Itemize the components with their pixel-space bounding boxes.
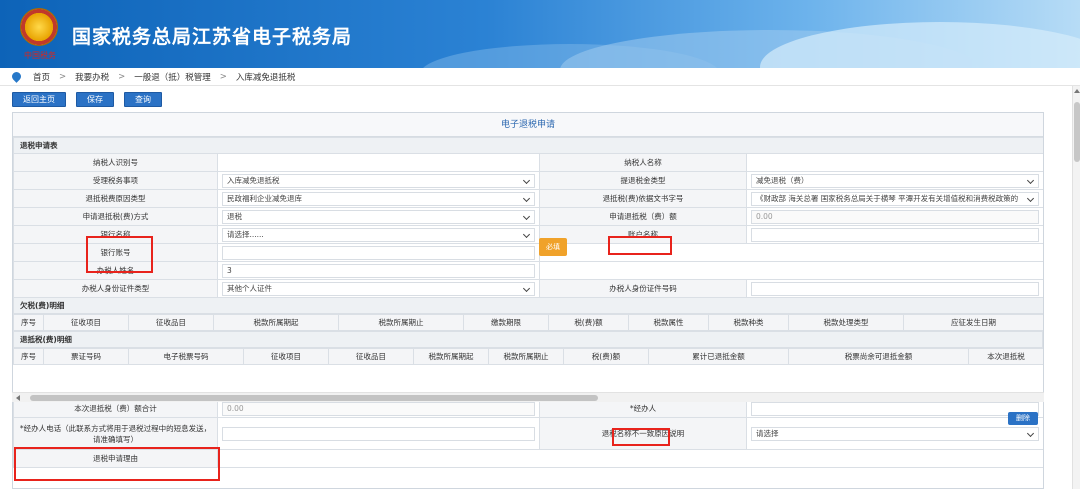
horizontal-scrollbar[interactable]	[12, 392, 1044, 402]
vertical-scrollbar[interactable]	[1072, 86, 1080, 489]
arrears-col-header: 税款所属期起	[213, 314, 339, 331]
id-type-select[interactable]: 其他个人证件	[222, 281, 535, 296]
refund-col-header: 累计已退抵金额	[648, 348, 789, 365]
delete-button[interactable]: 删除	[1008, 412, 1038, 425]
id-no-label: 办税人身份证件号码	[539, 279, 747, 298]
mismatch-label: 退税名称不一致原因说明	[539, 417, 747, 450]
handler-name-field[interactable]: 3	[222, 263, 535, 278]
toolbar: 返回主页 保存 查询	[12, 92, 162, 108]
taxpayer-name-label: 纳税人名称	[539, 153, 747, 172]
bank-name-label: 银行名称	[13, 225, 218, 244]
refund-col-header: 票证号码	[43, 348, 129, 365]
method-select[interactable]: 退税	[222, 209, 535, 224]
refund-col-header: 序号	[13, 348, 44, 365]
emblem-caption: 中国税务	[24, 51, 56, 60]
refund-type-label: 提退税金类型	[539, 171, 747, 190]
query-button[interactable]: 查询	[124, 92, 162, 107]
total-field[interactable]: 0.00	[222, 401, 535, 416]
id-type-label: 办税人身份证件类型	[13, 279, 218, 298]
tax-emblem-icon	[20, 8, 58, 46]
refund-detail-table: 序号 票证号码 电子税票号码 征收项目 征收品目 税款所属期起 税款所属期止 税…	[13, 348, 1043, 365]
reason-type-select[interactable]: 民政福利企业减免退库	[222, 191, 535, 206]
breadcrumb-separator: >	[59, 71, 67, 82]
breadcrumb-home[interactable]: 首页	[33, 71, 50, 83]
arrears-table: 序号 征收项目 征收品目 税款所属期起 税款所属期止 缴款期限 税(费)额 税款…	[13, 314, 1043, 331]
vertical-scrollbar-thumb[interactable]	[1074, 102, 1080, 162]
arrears-col-header: 税款种类	[708, 314, 789, 331]
section-title: 退税申请表	[13, 137, 1043, 154]
reason-type-label: 退抵税费原因类型	[13, 189, 218, 208]
bottom-form: 本次退抵税（费）额合计 0.00 *经办人 *经办人电话（此联系方式将用于退税过…	[13, 399, 1043, 468]
account-name-field[interactable]	[751, 227, 1039, 242]
breadcrumb-item[interactable]: 一般退（抵）税管理	[134, 71, 211, 83]
arrears-section-title: 欠税(费)明细	[13, 297, 1043, 314]
arrears-col-header: 缴款期限	[463, 314, 549, 331]
breadcrumb-current[interactable]: 入库减免退抵税	[236, 71, 296, 83]
refund-form: 退税申请表 纳税人识别号 纳税人名称 受理税务事项 入库减免退抵税 提退税金类型…	[13, 137, 1043, 314]
matter-select[interactable]: 入库减免退抵税	[222, 173, 535, 188]
arrears-col-header: 税款属性	[628, 314, 709, 331]
amount-label: 申请退抵税（费）额	[539, 207, 747, 226]
method-label: 申请退抵税(费)方式	[13, 207, 218, 226]
account-name-label: 账户名称	[539, 225, 747, 244]
refund-detail-section-title: 退抵税(费)明细	[13, 331, 1043, 348]
breadcrumb-item[interactable]: 我要办税	[75, 71, 109, 83]
arrears-col-header: 税款所属期止	[338, 314, 464, 331]
refund-col-header: 税款所属期起	[413, 348, 489, 365]
header-banner: 中国税务 国家税务总局江苏省电子税务局	[0, 0, 1080, 68]
mismatch-select[interactable]: 请选择	[751, 426, 1039, 441]
breadcrumb-separator: >	[219, 71, 227, 82]
location-pin-icon	[10, 70, 23, 83]
banner-decoration	[760, 22, 1080, 68]
panel-title: 电子退税申请	[13, 113, 1043, 137]
breadcrumb: 首页 > 我要办税 > 一般退（抵）税管理 > 入库减免退抵税	[0, 68, 1080, 86]
refund-col-header: 税款所属期止	[488, 348, 564, 365]
taxpayer-id-label: 纳税人识别号	[13, 153, 218, 172]
scrollbar-thumb[interactable]	[30, 395, 598, 401]
refund-col-header: 征收项目	[243, 348, 329, 365]
refund-col-header: 征收品目	[328, 348, 414, 365]
handler-field[interactable]	[751, 401, 1039, 416]
id-no-field[interactable]	[751, 281, 1039, 296]
refund-application-panel: 电子退税申请 退税申请表 纳税人识别号 纳税人名称 受理税务事项 入库减免退抵税…	[12, 112, 1044, 489]
bank-name-select[interactable]: 请选择......	[222, 227, 535, 242]
total-label: 本次退抵税（费）额合计	[13, 399, 218, 418]
bank-account-label: 银行账号	[13, 243, 218, 262]
required-tag: 必填	[539, 238, 567, 256]
bank-account-field[interactable]	[222, 245, 535, 260]
refund-col-header: 税票尚余可退抵金额	[788, 348, 969, 365]
arrears-col-header: 税(费)额	[548, 314, 629, 331]
handler-phone-field[interactable]	[222, 426, 535, 441]
doc-no-select[interactable]: 《财政部 海关总署 国家税务总局关于横琴 平潭开发有关增值税和消费税政策的	[751, 191, 1039, 206]
handler-name-label: 办税人姓名	[13, 261, 218, 280]
refund-col-header: 本次退抵税	[968, 348, 1043, 365]
arrears-col-header: 应征发生日期	[903, 314, 1043, 331]
breadcrumb-separator: >	[118, 71, 126, 82]
arrears-col-header: 序号	[13, 314, 44, 331]
refund-type-select[interactable]: 减免退税（费）	[751, 173, 1039, 188]
arrears-col-header: 征收项目	[43, 314, 129, 331]
handler-phone-label: *经办人电话（此联系方式将用于退税过程中的短息发送，请准确填写）	[13, 417, 218, 450]
scroll-up-icon[interactable]	[1074, 89, 1080, 93]
site-title: 国家税务总局江苏省电子税务局	[72, 26, 353, 48]
refund-col-header: 税(费)额	[563, 348, 649, 365]
handler-label: *经办人	[539, 399, 747, 418]
refund-col-header: 电子税票号码	[128, 348, 244, 365]
scroll-left-icon[interactable]	[16, 395, 20, 401]
doc-no-label: 退抵税(费)依据文书字号	[539, 189, 747, 208]
arrears-col-header: 征收品目	[128, 314, 214, 331]
save-button[interactable]: 保存	[76, 92, 114, 107]
amount-field[interactable]: 0.00	[751, 209, 1039, 224]
arrears-col-header: 税款处理类型	[788, 314, 904, 331]
back-home-button[interactable]: 返回主页	[12, 92, 66, 107]
matter-label: 受理税务事项	[13, 171, 218, 190]
refund-reason-label: 退税申请理由	[13, 449, 218, 468]
